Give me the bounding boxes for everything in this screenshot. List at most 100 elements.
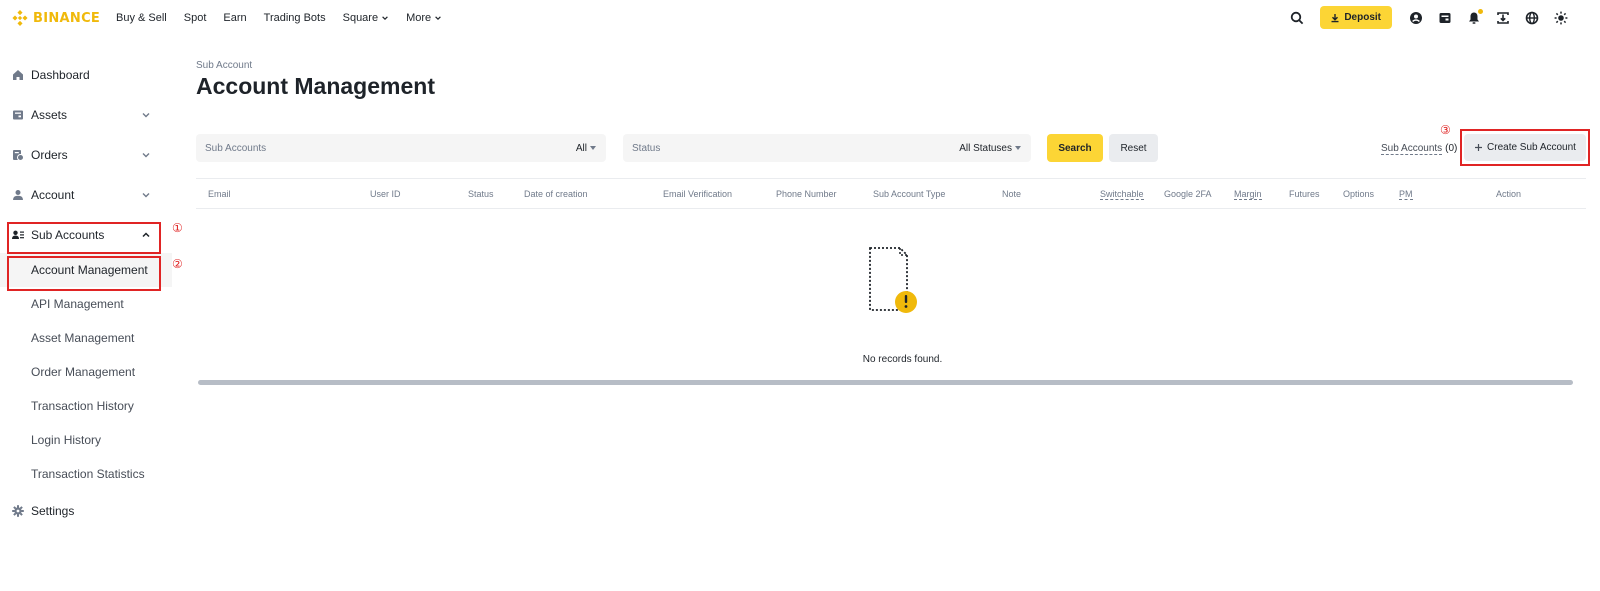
column-header-options: Options	[1343, 189, 1375, 199]
wallet-icon[interactable]	[1436, 9, 1454, 27]
sidebar-sub-order-management[interactable]: Order Management	[0, 355, 172, 389]
sub-accounts-filter[interactable]: Sub Accounts All	[196, 134, 606, 162]
user-icon[interactable]	[1407, 9, 1425, 27]
sidebar-item-assets[interactable]: Assets	[0, 98, 172, 132]
sidebar-sub-label: Transaction Statistics	[31, 467, 145, 481]
sidebar-sub-asset-management[interactable]: Asset Management	[0, 321, 172, 355]
brand-name: BINANCE	[33, 10, 101, 26]
top-navigation: BINANCE Buy & Sell Spot Earn Trading Bot…	[0, 0, 1600, 38]
sidebar-sub-login-history[interactable]: Login History	[0, 423, 172, 457]
search-icon[interactable]	[1288, 9, 1306, 27]
status-filter-value: All Statuses	[959, 142, 1012, 154]
column-header-email-verification: Email Verification	[663, 189, 733, 199]
column-header-email: Email	[208, 189, 231, 199]
sub-accounts-filter-placeholder: Sub Accounts	[205, 142, 267, 154]
sidebar: Dashboard Assets Orders Account Sub Acco…	[0, 55, 172, 535]
sidebar-sub-label: Account Management	[31, 263, 148, 277]
sub-accounts-filter-select[interactable]: All	[576, 143, 596, 154]
horizontal-scrollbar[interactable]	[198, 380, 1573, 385]
annotation-marker-1: ①	[172, 221, 183, 235]
sidebar-item-orders[interactable]: Orders	[0, 138, 172, 172]
nav-label: More	[406, 12, 432, 24]
nav-label: Earn	[223, 12, 247, 24]
sub-accounts-link[interactable]: Sub Accounts	[1381, 143, 1443, 155]
binance-logo-icon	[12, 10, 28, 26]
nav-spot[interactable]: Spot	[184, 12, 207, 24]
deposit-button[interactable]: Deposit	[1320, 6, 1392, 29]
sidebar-item-label: Dashboard	[31, 68, 90, 82]
wallet-icon	[13, 110, 23, 120]
plus-icon	[1475, 144, 1483, 151]
search-button[interactable]: Search	[1047, 134, 1103, 162]
nav-label: Buy & Sell	[116, 12, 167, 24]
nav-label: Trading Bots	[263, 12, 326, 24]
column-header-status: Status	[468, 189, 494, 199]
column-header-margin[interactable]: Margin	[1234, 189, 1262, 200]
table-header: Email User ID Status Date of creation Em…	[196, 178, 1586, 209]
deposit-label: Deposit	[1344, 12, 1381, 23]
chevron-down-icon	[142, 193, 150, 198]
status-filter[interactable]: Status All Statuses	[623, 134, 1031, 162]
home-icon	[13, 70, 23, 80]
user-icon	[13, 190, 23, 200]
orders-icon	[13, 150, 24, 161]
sidebar-sub-label: Asset Management	[31, 331, 135, 345]
sidebar-item-label: Assets	[31, 108, 68, 122]
column-header-action: Action	[1496, 189, 1522, 199]
nav-label: Spot	[183, 12, 207, 24]
sidebar-sub-api-management[interactable]: API Management	[0, 287, 172, 321]
caret-down-icon	[590, 146, 596, 150]
sub-accounts-icon	[12, 230, 24, 239]
caret-down-icon	[1015, 146, 1021, 150]
sub-accounts-count: Sub Accounts (0)	[1381, 143, 1457, 155]
status-filter-placeholder: Status	[632, 142, 661, 154]
header-tools: Deposit	[1277, 6, 1570, 29]
empty-state-text: No records found.	[862, 354, 943, 365]
annotation-marker-2: ②	[172, 257, 183, 271]
globe-icon[interactable]	[1523, 9, 1541, 27]
notification-dot	[1478, 8, 1483, 14]
sidebar-sub-account-management[interactable]: Account Management	[0, 253, 172, 287]
nav-more[interactable]: More	[406, 12, 442, 24]
reset-button[interactable]: Reset	[1109, 134, 1158, 162]
sidebar-item-account[interactable]: Account	[0, 178, 172, 212]
column-header-futures: Futures	[1289, 189, 1320, 199]
nav-square[interactable]: Square	[343, 12, 389, 24]
sidebar-item-sub-accounts[interactable]: Sub Accounts	[0, 218, 172, 252]
empty-document-icon	[869, 247, 917, 313]
sidebar-sub-transaction-statistics[interactable]: Transaction Statistics	[0, 457, 172, 491]
theme-icon[interactable]	[1552, 9, 1570, 27]
nav-buy-sell[interactable]: Buy & Sell	[116, 12, 167, 24]
sidebar-item-settings[interactable]: Settings	[0, 494, 172, 528]
chevron-up-icon	[142, 232, 150, 238]
sidebar-sub-label: API Management	[31, 297, 124, 311]
sub-accounts-count-value: (0)	[1445, 143, 1458, 154]
main-nav: Buy & Sell Spot Earn Trading Bots Square…	[116, 12, 459, 24]
sidebar-item-dashboard[interactable]: Dashboard	[0, 58, 172, 92]
column-header-date-of-creation: Date of creation	[524, 189, 588, 199]
breadcrumb[interactable]: Sub Account	[196, 60, 252, 71]
column-header-pm[interactable]: PM	[1399, 189, 1413, 200]
sidebar-item-label: Orders	[31, 148, 68, 162]
nav-trading-bots[interactable]: Trading Bots	[264, 12, 326, 24]
sidebar-item-label: Account	[31, 188, 75, 202]
column-header-switchable[interactable]: Switchable	[1100, 189, 1144, 200]
nav-earn[interactable]: Earn	[223, 12, 246, 24]
chevron-down-icon	[142, 153, 150, 158]
column-header-phone-number: Phone Number	[776, 189, 837, 199]
sidebar-sub-transaction-history[interactable]: Transaction History	[0, 389, 172, 423]
create-sub-account-button[interactable]: Create Sub Account	[1464, 134, 1586, 161]
bell-icon[interactable]	[1465, 8, 1483, 27]
nav-label: Square	[342, 12, 379, 24]
sidebar-item-label: Sub Accounts	[31, 228, 105, 242]
page-title: Account Management	[196, 73, 435, 99]
chevron-down-icon	[382, 16, 388, 21]
download-app-icon[interactable]	[1494, 9, 1512, 27]
column-header-google-2fa: Google 2FA	[1164, 189, 1212, 199]
status-filter-select[interactable]: All Statuses	[959, 143, 1021, 154]
sidebar-sub-label: Transaction History	[31, 399, 134, 413]
binance-logo[interactable]: BINANCE	[12, 10, 100, 26]
chevron-down-icon	[142, 113, 150, 118]
annotation-marker-3: ③	[1440, 123, 1451, 137]
sub-accounts-filter-value: All	[575, 142, 587, 154]
